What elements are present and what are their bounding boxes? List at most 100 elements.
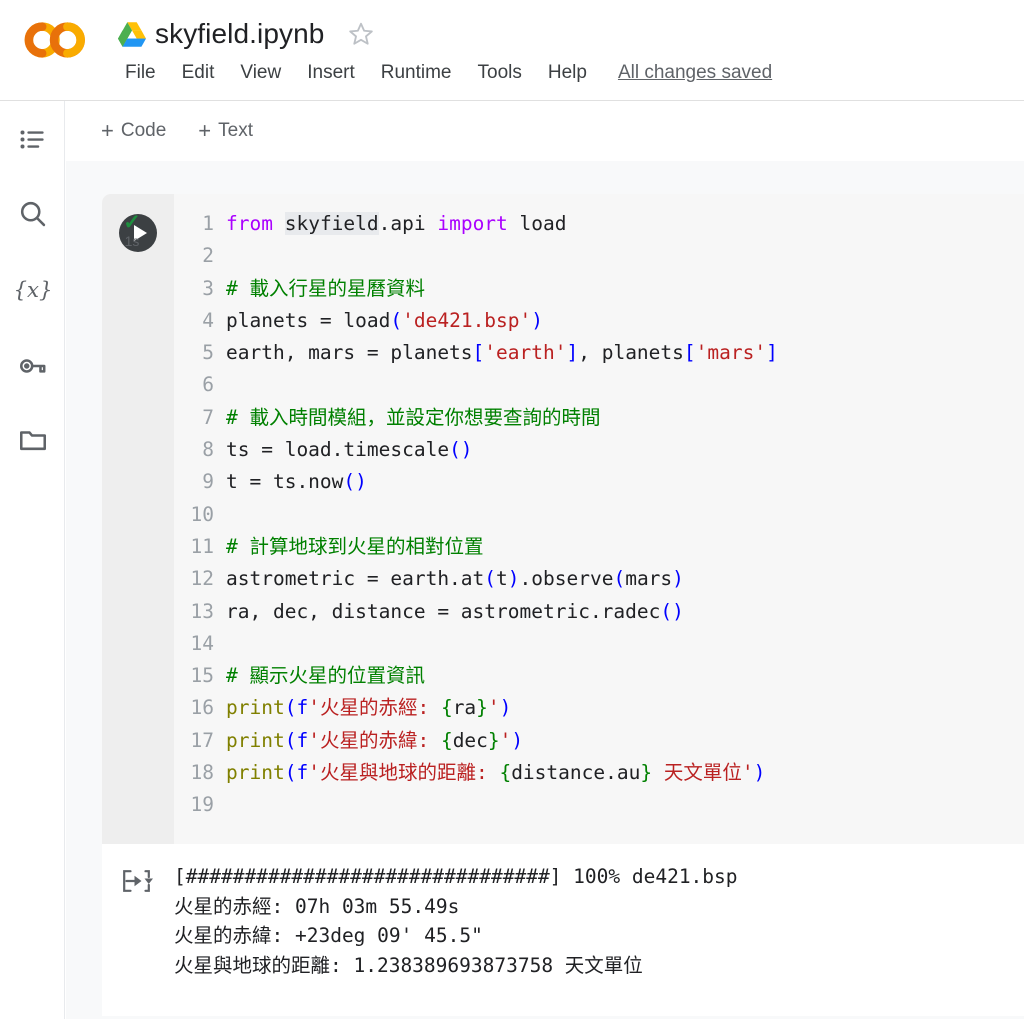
code-token: distance.au — [511, 761, 641, 785]
line-number: 7 — [202, 405, 214, 429]
line-number: 17 — [190, 728, 214, 752]
plus-icon: + — [101, 118, 114, 143]
code-token: { — [440, 696, 453, 720]
code-token: print — [226, 696, 285, 720]
code-line: 5 earth, mars = planets['earth'], planets… — [174, 337, 1024, 369]
code-token: ' — [499, 728, 512, 752]
sidebar-item-search[interactable] — [12, 193, 54, 235]
code-token: print — [226, 761, 285, 785]
code-token: ) — [531, 308, 544, 332]
code-token: planets = load — [226, 308, 391, 332]
line-number: 11 — [190, 534, 214, 558]
sidebar-item-secrets[interactable] — [12, 345, 54, 387]
code-token: ( — [484, 567, 497, 591]
line-number: 16 — [190, 696, 214, 720]
menu-item-tools[interactable]: Tools — [465, 60, 535, 86]
code-line: 16 print(f'火星的赤經: {ra}') — [174, 692, 1024, 724]
code-token: ) — [511, 728, 524, 752]
code-token: '火星的赤緯: — [308, 728, 441, 752]
menu-item-view[interactable]: View — [227, 60, 294, 86]
line-number: 8 — [202, 438, 214, 462]
code-token: mars — [625, 567, 673, 591]
code-token: 'mars' — [695, 341, 767, 365]
line-number: 13 — [190, 599, 214, 623]
code-line: 6 — [174, 369, 1024, 401]
code-token: ( — [284, 761, 297, 785]
code-token: { — [499, 761, 512, 785]
code-token: } — [640, 761, 653, 785]
menu-item-runtime[interactable]: Runtime — [368, 60, 465, 86]
add-text-cell-button[interactable]: + Text — [188, 116, 263, 146]
google-drive-icon — [118, 22, 146, 47]
menu-item-help[interactable]: Help — [535, 60, 600, 86]
code-token: [ — [472, 341, 485, 365]
code-line: 1 from skyfield.api import load — [174, 208, 1024, 240]
sidebar-item-table-of-contents[interactable] — [12, 119, 54, 161]
code-line: 8 ts = load.timescale() — [174, 434, 1024, 466]
page-title[interactable]: skyfield.ipynb — [155, 18, 324, 50]
code-cell[interactable]: 1 from skyfield.api import load 2 3 # 載入行星的星… — [102, 194, 1024, 1016]
table-of-contents-icon — [20, 130, 44, 149]
line-number: 2 — [202, 244, 214, 268]
menu-item-insert[interactable]: Insert — [294, 60, 368, 86]
add-code-cell-button[interactable]: + Code — [91, 116, 176, 146]
code-cell-body: 1 from skyfield.api import load 2 3 # 載入行星的星… — [102, 194, 1024, 844]
menu-item-file[interactable]: File — [112, 60, 169, 86]
code-token: import — [437, 212, 508, 235]
menu-item-edit[interactable]: Edit — [169, 60, 228, 86]
code-token: print — [226, 728, 285, 752]
cell-output: [###############################] 100% d… — [102, 844, 1024, 1016]
code-token: 'de421.bsp' — [402, 308, 532, 332]
code-token: # 載入行星的星曆資料 — [226, 276, 425, 300]
code-token: ra — [452, 696, 477, 720]
code-token: '火星與地球的距離: — [308, 761, 500, 785]
line-number: 9 — [202, 470, 214, 494]
execution-success-check: ✓ — [123, 211, 141, 234]
line-number: 14 — [190, 631, 214, 655]
code-line: 13 ra, dec, distance = astrometric.radec(… — [174, 596, 1024, 628]
code-token: } — [476, 696, 488, 720]
line-number: 4 — [202, 308, 214, 332]
notebook-toolbar: + Code + Text — [66, 101, 1024, 161]
colab-logo[interactable] — [20, 16, 94, 64]
code-token: , planets — [578, 341, 684, 365]
svg-text:{x}: {x} — [16, 278, 50, 303]
line-number: 12 — [190, 567, 214, 591]
code-token: # 計算地球到火星的相對位置 — [226, 534, 484, 558]
line-number: 6 — [202, 373, 214, 397]
line-number: 18 — [190, 761, 214, 785]
code-token: load — [507, 212, 567, 235]
code-line: 9 t = ts.now() — [174, 466, 1024, 498]
code-token: ) — [499, 696, 512, 720]
code-token: t = ts.now — [226, 470, 344, 494]
star-outline-icon[interactable] — [348, 21, 374, 47]
code-token: # 載入時間模組，並設定你想要查詢的時間 — [226, 405, 601, 429]
variables-icon: {x} — [16, 278, 50, 303]
save-status[interactable]: All changes saved — [618, 62, 772, 84]
sidebar-item-files[interactable] — [12, 419, 54, 461]
code-line: 4 planets = load('de421.bsp') — [174, 305, 1024, 337]
code-token: skyfield — [284, 212, 379, 235]
code-token: 天文單位' — [652, 761, 754, 785]
line-number: 10 — [190, 502, 214, 526]
code-line: 11 # 計算地球到火星的相對位置 — [174, 531, 1024, 563]
output-options-icon[interactable] — [121, 868, 155, 894]
code-token: () — [660, 599, 684, 623]
sidebar-item-variables[interactable]: {x} — [12, 268, 54, 310]
code-token: ( — [284, 696, 297, 720]
code-line: 18 print(f'火星與地球的距離: {distance.au} 天文單位') — [174, 757, 1024, 789]
code-token: ( — [613, 567, 626, 591]
code-editor[interactable]: 1 from skyfield.api import load 2 3 # 載入行星的星… — [174, 194, 1024, 844]
code-token: ra, dec, distance = astrometric.radec — [226, 599, 661, 623]
menu-bar: File Edit View Insert Runtime Tools Help… — [112, 60, 772, 86]
line-number: 3 — [202, 276, 214, 300]
output-line: [###############################] 100% d… — [174, 865, 738, 888]
code-line: 14 — [174, 628, 1024, 660]
add-text-label: Text — [218, 120, 253, 141]
code-token: t — [496, 567, 508, 591]
line-number: 1 — [202, 212, 214, 235]
code-token: f — [296, 761, 309, 785]
code-line: 10 — [174, 499, 1024, 531]
line-number: 15 — [190, 664, 214, 688]
